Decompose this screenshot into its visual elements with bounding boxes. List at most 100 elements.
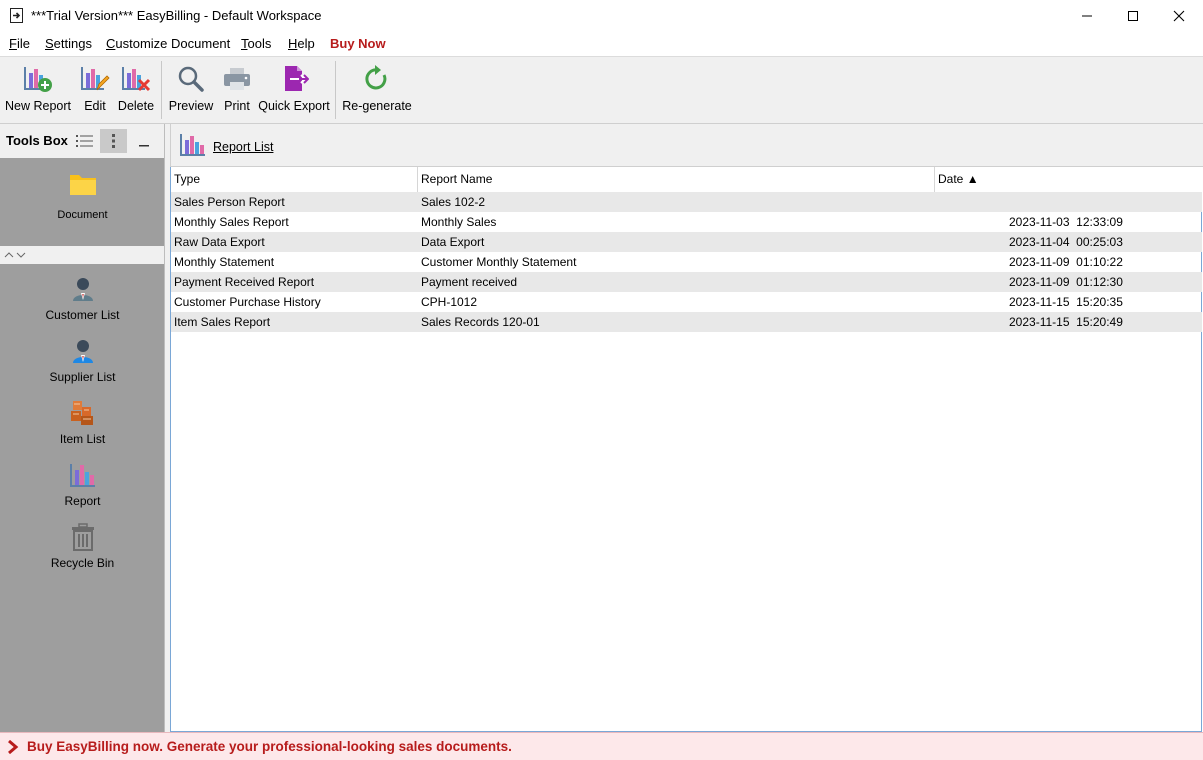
title-bar: ***Trial Version*** EasyBilling - Defaul… — [0, 0, 1203, 31]
printer-icon — [224, 68, 250, 90]
report-table: Type Report Name Date ▲ Sales Person Rep… — [170, 167, 1202, 732]
promo-status-bar[interactable]: Buy EasyBilling now. Generate your profe… — [0, 732, 1203, 760]
menu-buy-now[interactable]: Buy Now — [330, 36, 386, 51]
report-list-title[interactable]: Report List — [213, 140, 273, 154]
toolbar-separator-2 — [335, 61, 336, 119]
cell-name: Monthly Sales — [421, 215, 497, 229]
nav-customer-list-label: Customer List — [45, 308, 120, 322]
cell-type: Monthly Statement — [174, 255, 275, 269]
menu-bar: File Settings Customize Document Tools H… — [0, 31, 1203, 56]
nav-recycle-bin-label: Recycle Bin — [50, 556, 115, 570]
column-report-name[interactable]: Report Name — [418, 167, 935, 192]
menu-customize-document[interactable]: Customize Document — [106, 36, 230, 51]
cell-date: 2023-11-03 12:33:09 — [1009, 215, 1123, 229]
menu-file-label: ile — [16, 36, 30, 51]
quick-export-button[interactable]: Quick Export — [258, 57, 330, 123]
quick-export-label: Quick Export — [258, 99, 330, 113]
menu-settings[interactable]: Settings — [45, 36, 92, 51]
edit-button[interactable]: Edit — [78, 57, 112, 123]
promo-message: Buy EasyBilling now. Generate your profe… — [27, 739, 512, 754]
panel-splitter[interactable] — [0, 246, 165, 264]
minimize-button[interactable] — [1064, 0, 1110, 31]
menu-help[interactable]: Help — [288, 36, 315, 51]
print-button[interactable]: Print — [220, 57, 254, 123]
recycle-bin-icon — [71, 523, 94, 551]
table-row[interactable]: Raw Data Export Data Export 2023-11-04 0… — [171, 232, 1202, 252]
cell-name: Data Export — [421, 235, 485, 249]
nav-supplier-list[interactable]: Supplier List — [0, 337, 165, 399]
edit-icon — [81, 67, 110, 91]
table-row[interactable]: Customer Purchase History CPH-1012 2023-… — [171, 292, 1202, 312]
nav-item-list[interactable]: Item List — [0, 399, 165, 461]
menu-settings-label: ettings — [53, 36, 92, 51]
cell-date: 2023-11-04 00:25:03 — [1009, 235, 1123, 249]
column-date[interactable]: Date ▲ — [935, 167, 1202, 192]
delete-label: Delete — [117, 99, 155, 113]
table-row[interactable]: Monthly Sales Report Monthly Sales 2023-… — [171, 212, 1202, 232]
table-row[interactable]: Sales Person Report Sales 102-2 — [171, 192, 1202, 212]
delete-button[interactable]: Delete — [116, 57, 156, 123]
item-icon — [70, 401, 93, 425]
cell-type: Payment Received Report — [174, 275, 315, 289]
document-section: Document — [0, 158, 165, 246]
edit-label: Edit — [84, 99, 106, 113]
cell-name: Sales Records 120-01 — [421, 315, 540, 329]
list-view-icon — [75, 135, 93, 147]
nav-item-list-label: Item List — [59, 432, 106, 446]
maximize-icon — [1128, 10, 1138, 21]
cell-date: 2023-11-09 01:10:22 — [1009, 255, 1123, 269]
icon-view-button[interactable] — [100, 129, 127, 153]
toolbar-separator — [161, 61, 162, 119]
table-row[interactable]: Monthly Statement Customer Monthly State… — [171, 252, 1202, 272]
menu-customize-mnemonic: C — [106, 36, 116, 51]
folder-icon — [69, 175, 96, 195]
preview-button[interactable]: Preview — [167, 57, 215, 123]
menu-help-mnemonic: H — [288, 36, 298, 51]
cell-type: Sales Person Report — [174, 195, 285, 209]
cell-name: Payment received — [421, 275, 518, 289]
menu-file[interactable]: File — [9, 36, 30, 51]
document-item[interactable]: Document — [0, 170, 165, 232]
close-button[interactable] — [1156, 0, 1202, 31]
new-report-icon — [24, 67, 52, 92]
more-vertical-icon — [111, 134, 115, 148]
new-report-label: New Report — [5, 99, 71, 113]
list-view-button[interactable] — [71, 129, 98, 153]
customer-icon — [72, 278, 93, 301]
minimize-icon — [1082, 15, 1092, 16]
cell-type: Item Sales Report — [174, 315, 271, 329]
navigation-panel: Customer List Supplier List Item List Re… — [0, 264, 165, 732]
cell-type: Monthly Sales Report — [174, 215, 289, 229]
minimize-panel-icon — [138, 145, 149, 147]
cell-type: Customer Purchase History — [174, 295, 321, 309]
menu-tools[interactable]: Tools — [241, 36, 271, 51]
column-type[interactable]: Type — [171, 167, 418, 192]
new-report-button[interactable]: New Report — [4, 57, 72, 123]
refresh-icon — [365, 65, 387, 90]
table-row[interactable]: Payment Received Report Payment received… — [171, 272, 1202, 292]
menu-customize-label: ustomize Document — [115, 36, 231, 51]
cell-date: 2023-11-15 15:20:49 — [1009, 315, 1123, 329]
window-title: ***Trial Version*** EasyBilling - Defaul… — [31, 8, 322, 23]
toolbar: New Report Edit Delete Preview Print Qui… — [0, 56, 1203, 124]
sort-ascending-icon: ▲ — [966, 172, 979, 186]
menu-file-mnemonic: F — [9, 36, 17, 51]
nav-report[interactable]: Report — [0, 461, 165, 523]
cell-date: 2023-11-15 15:20:35 — [1009, 295, 1123, 309]
delete-icon — [122, 67, 151, 92]
nav-report-label: Report — [64, 494, 101, 508]
nav-customer-list[interactable]: Customer List — [0, 275, 165, 337]
minimize-panel-button[interactable] — [130, 129, 157, 153]
close-icon — [1173, 10, 1185, 21]
regenerate-button[interactable]: Re-generate — [341, 57, 413, 123]
app-icon — [10, 8, 23, 23]
cell-type: Raw Data Export — [174, 235, 265, 249]
nav-recycle-bin[interactable]: Recycle Bin — [0, 523, 165, 585]
print-label: Print — [224, 99, 250, 113]
table-row[interactable]: Item Sales Report Sales Records 120-01 2… — [171, 312, 1202, 332]
chevron-right-icon — [8, 740, 19, 754]
supplier-icon — [72, 340, 93, 363]
maximize-button[interactable] — [1110, 0, 1156, 31]
nav-supplier-list-label: Supplier List — [49, 370, 116, 384]
menu-tools-label: ools — [247, 36, 272, 51]
